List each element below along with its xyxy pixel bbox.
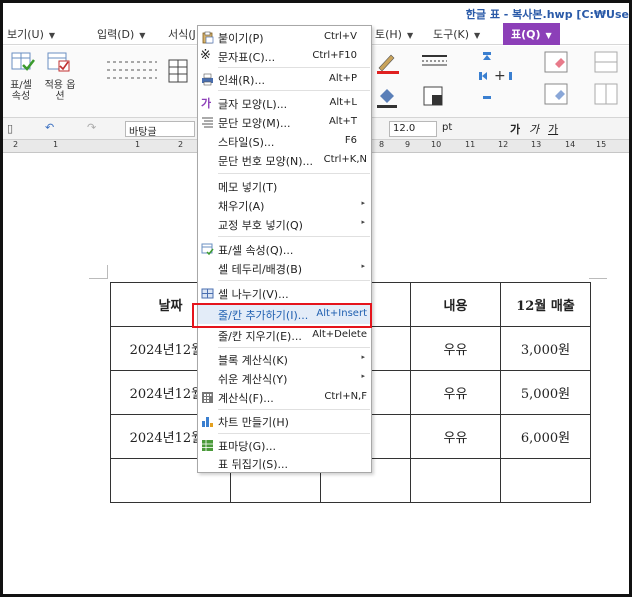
ctx-symbol[interactable]: ※ 문자표(C)... Ctrl+F10	[198, 47, 371, 66]
menu-tools[interactable]: 도구(K) ▼	[433, 26, 480, 42]
table-cell[interactable]: 3,000원	[500, 326, 591, 371]
doc-icon[interactable]: ▯	[7, 122, 13, 135]
window-title: 한글 표 - 복사본.hwp [C:₩Use	[465, 8, 629, 21]
ctx-cell-border[interactable]: 셀 테두리/배경(B) ▸	[198, 259, 371, 278]
cell-merge-icons[interactable]	[543, 50, 629, 110]
highlight-box	[192, 303, 372, 328]
hwp-window: 한글 표 - 복사본.hwp [C:₩Use 보기(U) ▼ 입력(D) ▼ 서식(…	[0, 0, 632, 597]
ctx-paste[interactable]: 붙이기(P) Ctrl+V	[198, 28, 371, 47]
border-style-icon[interactable]	[105, 58, 190, 88]
paste-icon	[202, 31, 214, 44]
ctx-insert-memo[interactable]: 메모 넣기(T)	[198, 177, 371, 196]
undo-icon[interactable]: ↶	[45, 121, 54, 134]
ctx-split-cell[interactable]: 셀 나누기(V)...	[198, 284, 371, 303]
apply-options-icon[interactable]	[47, 52, 71, 74]
underline-button[interactable]: 가	[548, 121, 558, 137]
chart-icon	[202, 417, 213, 427]
ctx-para-number[interactable]: 문단 번호 모양(N)... Ctrl+K,N	[198, 151, 371, 170]
menu-input[interactable]: 입력(D) ▼	[97, 26, 145, 42]
redo-icon[interactable]: ↷	[87, 121, 96, 134]
split-cell-icon	[201, 288, 214, 299]
calculator-icon	[202, 392, 213, 403]
submenu-arrow-icon: ▸	[361, 372, 365, 380]
font-size-input[interactable]: 12.0	[389, 121, 437, 137]
italic-button[interactable]: 가	[529, 121, 539, 137]
font-size-unit[interactable]: pt	[439, 121, 477, 137]
char-shape-icon: 가	[201, 97, 212, 110]
ctx-proofread-mark[interactable]: 교정 부호 넣기(Q) ▸	[198, 215, 371, 234]
table-cell[interactable]: 5,000원	[500, 370, 591, 415]
submenu-arrow-icon: ▸	[361, 199, 365, 207]
table-cell[interactable]: 우유	[410, 370, 501, 415]
ctx-para-shape[interactable]: 문단 모양(M)... Alt+T	[198, 113, 371, 132]
title-bar: 한글 표 - 복사본.hwp [C:₩Use	[3, 3, 629, 23]
ctx-char-shape[interactable]: 가 글자 모양(L)... Alt+L	[198, 94, 371, 113]
bold-button[interactable]: 가	[510, 121, 520, 137]
svg-text:+: +	[494, 68, 506, 84]
menu-format[interactable]: 서식(J	[168, 26, 196, 42]
style-select[interactable]: 바탕글	[125, 121, 195, 138]
ctx-delete-row-col[interactable]: 줄/칸 지우기(E)... Alt+Delete	[198, 326, 371, 345]
context-menu: 붙이기(P) Ctrl+V ※ 문자표(C)... Ctrl+F10 인쇄(R)..…	[197, 25, 372, 473]
ctx-flip-table[interactable]: 표 뒤집기(S)...	[198, 454, 371, 473]
ctx-make-chart[interactable]: 차트 만들기(H)	[198, 412, 371, 431]
menu-view[interactable]: 보기(U) ▼	[7, 26, 55, 42]
submenu-arrow-icon: ▸	[361, 218, 365, 226]
table-cell[interactable]: 6,000원	[500, 414, 591, 459]
submenu-arrow-icon: ▸	[361, 353, 365, 361]
submenu-arrow-icon: ▸	[361, 262, 365, 270]
para-shape-icon	[202, 117, 213, 128]
page-margin-mark	[89, 265, 107, 279]
line-type-icon[interactable]	[421, 54, 451, 68]
ctx-cell-props[interactable]: 표/셀 속성(Q)...	[198, 240, 371, 259]
ctx-block-formula[interactable]: 블록 계산식(K) ▸	[198, 350, 371, 369]
fill-color-icon[interactable]	[375, 86, 403, 108]
symbol-icon: ※	[200, 48, 211, 63]
ctx-print[interactable]: 인쇄(R)... Alt+P	[198, 70, 371, 89]
cell-props-icon	[201, 243, 214, 256]
ctx-table-template[interactable]: 표마당(G)...	[198, 436, 371, 455]
table-cell[interactable]	[410, 458, 501, 503]
table-template-icon	[202, 440, 213, 451]
table-cell[interactable]: 12월 매출	[500, 282, 591, 327]
table-cell[interactable]: 우유	[410, 414, 501, 459]
pen-color-icon[interactable]	[375, 52, 403, 74]
menu-table[interactable]: 표(Q) ▼	[503, 23, 560, 45]
printer-icon	[202, 73, 213, 86]
cell-shade-icon[interactable]	[423, 86, 445, 108]
table-cell[interactable]: 우유	[410, 326, 501, 371]
apply-options-label: 적용 옵션	[44, 80, 76, 102]
table-cell[interactable]	[500, 458, 591, 503]
ctx-style[interactable]: 스타일(S)... F6	[198, 132, 371, 151]
cell-props-ribbon-icon[interactable]	[11, 52, 35, 74]
ctx-fill[interactable]: 채우기(A) ▸	[198, 196, 371, 215]
table-cell[interactable]: 내용	[410, 282, 501, 327]
insert-rows-cols-icon[interactable]: +	[477, 50, 527, 110]
ctx-easy-formula[interactable]: 쉬운 계산식(Y) ▸	[198, 369, 371, 388]
ctx-formula[interactable]: 계산식(F)... Ctrl+N,F	[198, 388, 371, 407]
cell-props-label: 표/셀 속성	[10, 80, 32, 102]
menu-review[interactable]: 토(H) ▼	[375, 26, 413, 42]
page-margin-mark	[589, 265, 607, 279]
